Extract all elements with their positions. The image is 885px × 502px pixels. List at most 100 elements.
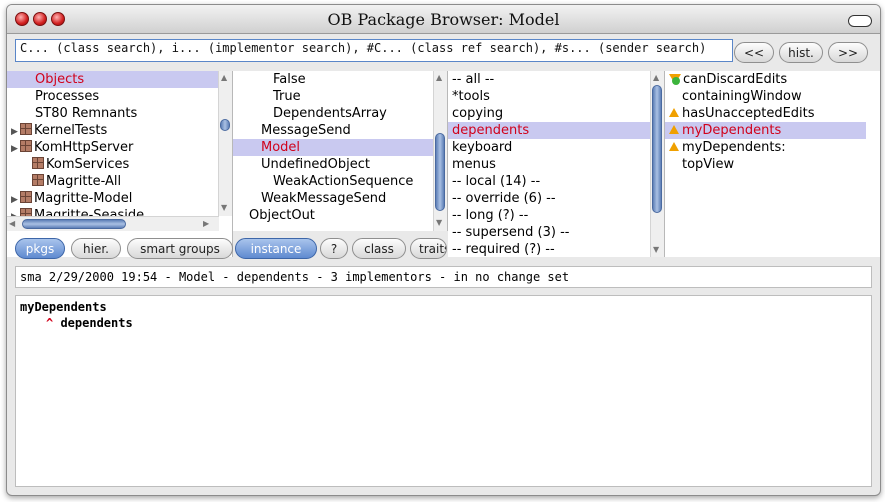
instance-button[interactable]: instance <box>235 238 317 259</box>
package-item-label: KernelTests <box>34 123 108 138</box>
package-item-label: Magritte-Model <box>34 191 133 206</box>
class-item[interactable]: MessageSend <box>233 122 433 139</box>
class-item-label: WeakMessageSend <box>261 191 387 206</box>
protocol-item[interactable]: -- long (?) -- <box>448 207 650 224</box>
method-body: ^ dependents <box>20 315 867 331</box>
scroll-down-icon[interactable]: ▼ <box>221 203 227 213</box>
package-item[interactable]: ▶ KernelTests <box>7 122 218 139</box>
scroll-left-icon[interactable]: ◀ <box>9 219 15 229</box>
help-button[interactable]: ? <box>320 238 348 259</box>
method-item-label: containingWindow <box>682 89 802 104</box>
traits-button[interactable]: traits <box>410 238 447 259</box>
class-item[interactable]: WeakActionSequence <box>233 173 433 190</box>
package-item[interactable]: KomServices <box>7 156 218 173</box>
class-item[interactable]: WeakMessageSend <box>233 190 433 207</box>
method-item-label: myDependents <box>682 123 782 138</box>
class-item-label: ObjectOut <box>249 208 315 223</box>
code-editor[interactable]: myDependents ^ dependents <box>15 295 872 487</box>
class-item-label: True <box>273 89 301 104</box>
protocol-item[interactable]: -- local (14) -- <box>448 173 650 190</box>
method-item[interactable]: containingWindow <box>665 88 866 105</box>
class-list-scrollbar[interactable]: ▲ ▼ <box>433 71 447 231</box>
protocol-item[interactable]: dependents <box>448 122 650 139</box>
protocol-item-label: -- all -- <box>452 72 495 87</box>
smart-groups-button[interactable]: smart groups <box>127 238 233 259</box>
override-icon <box>669 73 681 85</box>
method-item-label: myDependents: <box>682 140 786 155</box>
class-item-label: Model <box>261 140 301 155</box>
method-list[interactable]: canDiscardEdits containingWindow hasUnacce… <box>665 71 880 257</box>
protocol-list[interactable]: -- all -- *tools copying dependents keyboard… <box>448 71 665 257</box>
protocol-item[interactable]: *tools <box>448 88 650 105</box>
class-item[interactable]: UndefinedObject <box>233 156 433 173</box>
method-item-label: canDiscardEdits <box>683 72 788 87</box>
protocol-item[interactable]: -- all -- <box>448 71 650 88</box>
class-item[interactable]: DependentsArray <box>233 105 433 122</box>
scroll-up-icon[interactable]: ▲ <box>436 73 442 83</box>
back-button[interactable]: << <box>734 42 774 63</box>
package-item[interactable]: Magritte-All <box>7 173 218 190</box>
forward-button[interactable]: >> <box>828 42 868 63</box>
protocol-scroll-thumb[interactable] <box>652 85 662 213</box>
class-item[interactable]: Model <box>233 139 433 156</box>
protocol-list-scrollbar[interactable]: ▲ ▼ <box>650 71 664 257</box>
protocol-item[interactable]: -- override (6) -- <box>448 190 650 207</box>
protocol-item-label: copying <box>452 106 504 121</box>
package-list[interactable]: Objects Processes ST80 Remnants ▶ KernelTest… <box>7 71 233 257</box>
class-scroll-thumb[interactable] <box>435 133 445 211</box>
protocol-item[interactable]: -- supersend (3) -- <box>448 224 650 241</box>
scroll-down-icon[interactable]: ▼ <box>653 245 659 255</box>
package-list-scrollbar[interactable]: ▲ ▼ <box>218 71 232 216</box>
package-hscrollbar[interactable]: ◀ ▶ <box>7 216 219 231</box>
package-hscroll-thumb[interactable] <box>22 219 126 229</box>
method-item[interactable]: hasUnacceptedEdits <box>665 105 866 122</box>
protocol-item[interactable]: copying <box>448 105 650 122</box>
class-item[interactable]: False <box>233 71 433 88</box>
protocol-item-label: keyboard <box>452 140 513 155</box>
method-item[interactable]: topView <box>665 156 866 173</box>
method-item[interactable]: myDependents: <box>665 139 866 156</box>
scroll-up-icon[interactable]: ▲ <box>653 73 659 83</box>
warning-icon <box>669 142 679 151</box>
package-icon <box>20 140 32 152</box>
method-item[interactable]: canDiscardEdits <box>665 71 866 88</box>
history-button[interactable]: hist. <box>779 42 823 63</box>
package-item-label: KomHttpServer <box>34 140 134 155</box>
method-item-label: topView <box>682 157 735 172</box>
protocol-item[interactable]: keyboard <box>448 139 650 156</box>
class-item[interactable]: ObjectOut <box>233 207 433 224</box>
hierarchy-button[interactable]: hier. <box>71 238 121 259</box>
protocol-item-label: -- supersend (3) -- <box>452 225 570 240</box>
search-row: C... (class search), i... (implementor s… <box>7 34 880 70</box>
package-scroll-thumb[interactable] <box>220 119 230 131</box>
warning-icon <box>669 125 679 134</box>
method-body-text: dependents <box>53 316 133 330</box>
pkgs-button[interactable]: pkgs <box>15 238 65 259</box>
browser-window: OB Package Browser: Model C... (class se… <box>6 4 881 496</box>
search-input[interactable]: C... (class search), i... (implementor s… <box>15 39 733 62</box>
package-item[interactable]: Objects <box>7 71 218 88</box>
package-item[interactable]: ▶ Magritte-Model <box>7 190 218 207</box>
package-icon <box>32 174 44 186</box>
class-list[interactable]: False True DependentsArray MessageSend Model… <box>233 71 448 231</box>
class-button[interactable]: class <box>352 238 406 259</box>
protocol-item-label: *tools <box>452 89 490 104</box>
package-item[interactable]: ST80 Remnants <box>7 105 218 122</box>
scroll-up-icon[interactable]: ▲ <box>221 73 227 83</box>
browser-toolbar: pkgs hier. smart groups instance ? class… <box>7 235 447 263</box>
protocol-item[interactable]: -- required (?) -- <box>448 241 650 257</box>
protocol-item-label: dependents <box>452 123 530 138</box>
package-item[interactable]: ▶ KomHttpServer <box>7 139 218 156</box>
protocol-item-label: menus <box>452 157 496 172</box>
scroll-right-icon[interactable]: ▶ <box>203 219 209 229</box>
toolbar-toggle-icon[interactable] <box>848 15 872 27</box>
class-item-label: MessageSend <box>261 123 351 138</box>
protocol-item-label: -- required (?) -- <box>452 242 555 257</box>
scroll-down-icon[interactable]: ▼ <box>436 218 442 228</box>
package-item[interactable]: Processes <box>7 88 218 105</box>
protocol-item-label: -- override (6) -- <box>452 191 556 206</box>
title-bar[interactable]: OB Package Browser: Model <box>7 5 880 34</box>
class-item[interactable]: True <box>233 88 433 105</box>
protocol-item[interactable]: menus <box>448 156 650 173</box>
method-item[interactable]: myDependents <box>665 122 866 139</box>
